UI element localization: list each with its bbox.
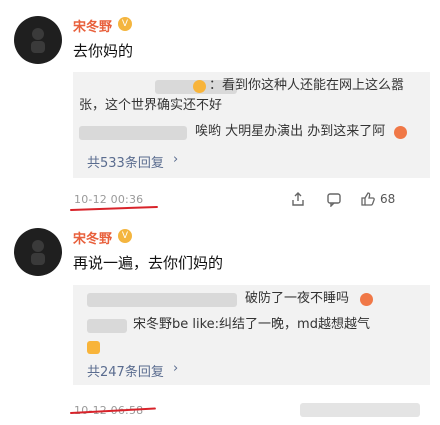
thumbs-up-icon — [361, 192, 375, 206]
blurred-username — [87, 293, 237, 307]
username[interactable]: 宋冬野 — [73, 16, 112, 35]
reply-box[interactable]: ：看到你这种人还能在网上这么嚣 张，这个世界确实还不好 唉哟 大明星办演出 办到… — [73, 72, 430, 178]
verified-badge-icon: V — [118, 17, 132, 31]
chevron-right-icon: › — [173, 152, 179, 167]
action-toolbar: 68 — [272, 189, 395, 209]
reply-text-cont: 张，这个世界确实还不好 — [79, 98, 223, 113]
avatar-emoji-icon — [193, 80, 206, 93]
share-button[interactable] — [288, 189, 308, 209]
red-underline — [69, 205, 158, 211]
laugh-emoji-icon — [394, 126, 407, 139]
reply-text: 唉哟 大明星办演出 办到这来了阿 — [195, 124, 386, 139]
blurred-toolbar — [300, 403, 420, 417]
dog-emoji-icon — [87, 341, 100, 354]
comment-icon — [327, 193, 341, 207]
username[interactable]: 宋冬野 — [73, 228, 112, 247]
reply-text: ：看到你这种人还能在网上这么嚣 — [209, 78, 405, 93]
angry-emoji-icon — [360, 293, 373, 306]
reply-text: 宋冬野be like:纠结了一晚，md越想越气 — [133, 317, 370, 332]
avatar-figure-icon — [31, 28, 45, 53]
chevron-right-icon: › — [173, 361, 179, 376]
like-button[interactable]: 68 — [360, 189, 395, 209]
reply-text: 破防了一夜不睡吗 — [245, 291, 350, 306]
timestamp: 10-12 00:36 — [74, 193, 144, 206]
verified-badge-icon: V — [118, 229, 132, 243]
reply-box[interactable]: 破防了一夜不睡吗 宋冬野be like:纠结了一晚，md越想越气 共247条回复… — [73, 285, 430, 385]
comment-text: 再说一遍，去你们妈的 — [73, 254, 224, 272]
more-replies-link[interactable]: 共247条回复 — [87, 361, 164, 380]
avatar[interactable] — [14, 228, 62, 276]
blurred-username — [87, 319, 127, 333]
comment-text: 去你妈的 — [73, 42, 134, 60]
avatar[interactable] — [14, 16, 62, 64]
share-icon — [292, 192, 304, 206]
avatar-figure-icon — [31, 240, 45, 265]
more-replies-link[interactable]: 共533条回复 — [87, 152, 164, 171]
comment-button[interactable] — [324, 189, 344, 209]
blurred-username — [79, 126, 187, 140]
like-count: 68 — [380, 192, 396, 206]
